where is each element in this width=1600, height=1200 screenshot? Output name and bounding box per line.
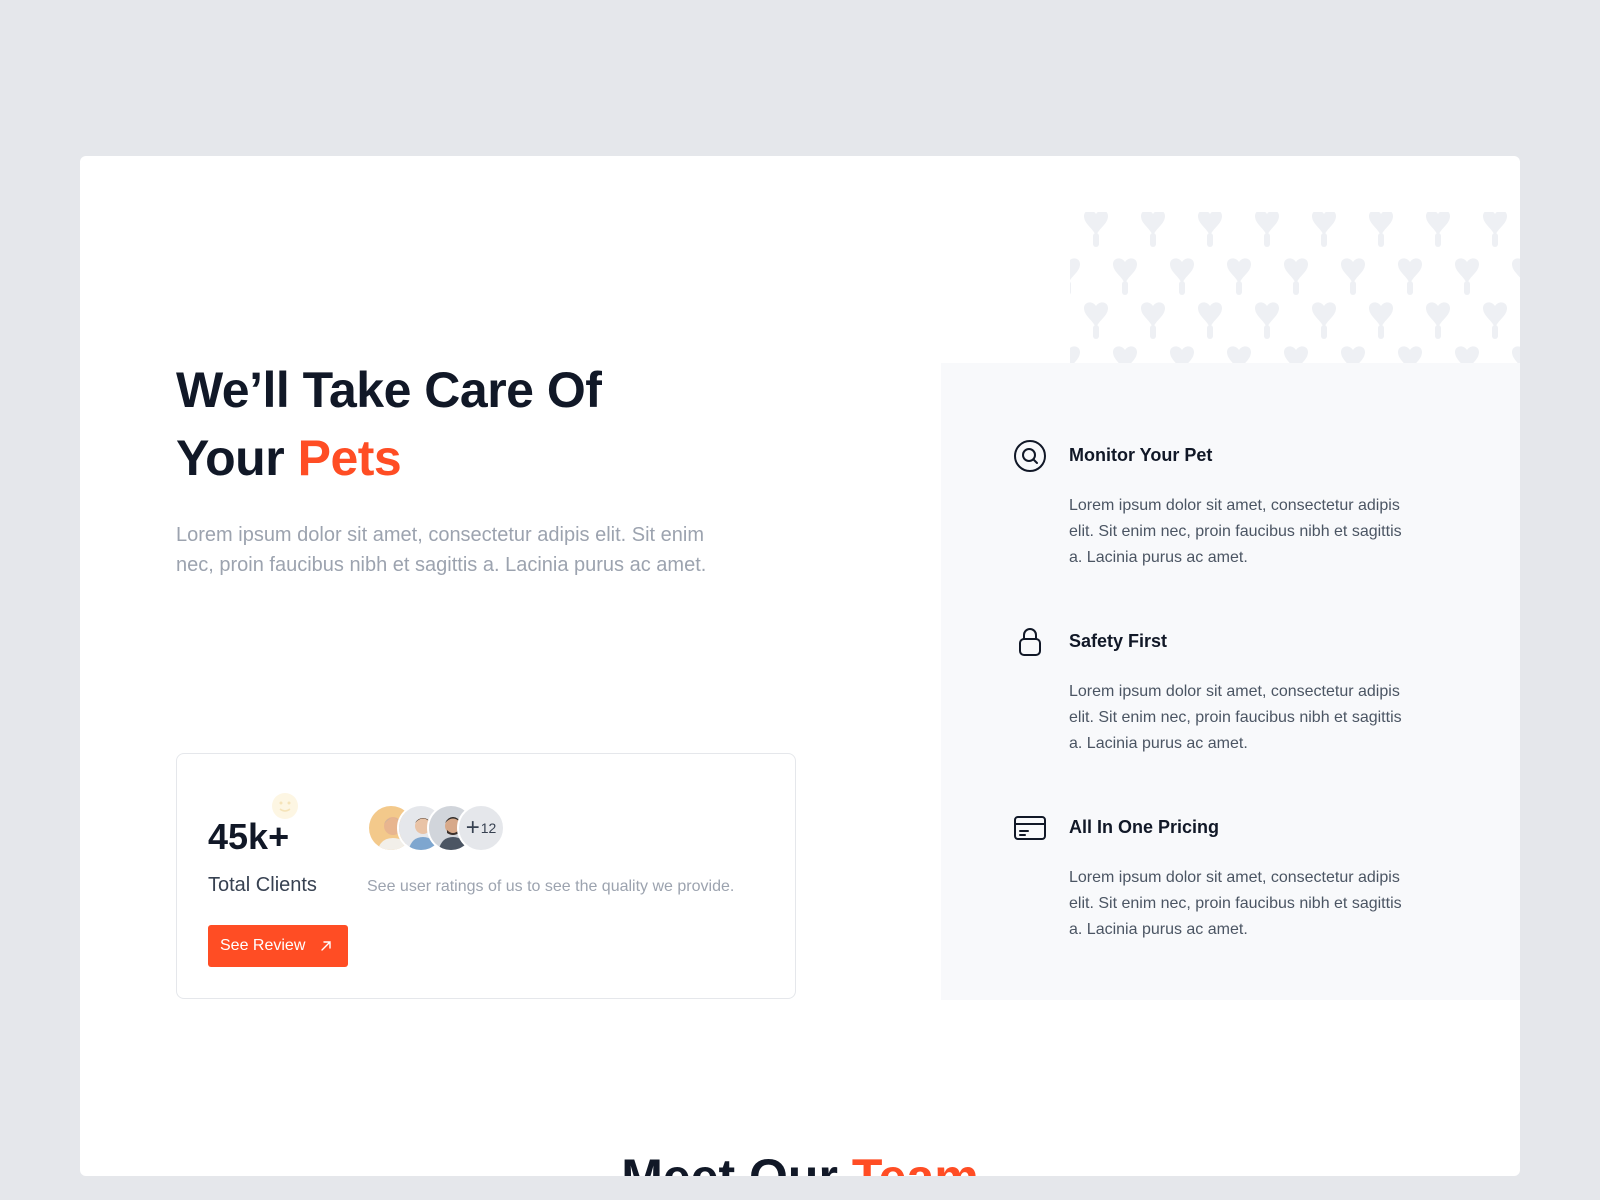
total-clients-value: 45k+ (208, 816, 290, 857)
feature-title: All In One Pricing (1069, 817, 1220, 837)
feature-description: Lorem ipsum dolor sit amet, consectetur … (1069, 497, 1402, 566)
search-icon (1014, 440, 1046, 472)
main-card: We’ll Take Care Of Your Pets Lorem ipsum… (80, 156, 1520, 1176)
plus-icon: + (465, 814, 480, 841)
hero-title-line1: We’ll Take Care Of (176, 362, 602, 418)
arrow-up-right-icon (321, 941, 332, 951)
clients-stats-card: 45k+ Total Clients See Review + 12 See u… (176, 753, 796, 999)
feature-description: Lorem ipsum dolor sit amet, consectetur … (1069, 683, 1402, 752)
features-panel: Monitor Your Pet Lorem ipsum dolor sit a… (941, 363, 1520, 1000)
hero-title-prefix: Your (176, 430, 285, 486)
lock-icon (1019, 628, 1041, 656)
feature-title: Monitor Your Pet (1069, 445, 1213, 465)
paw-pattern-decoration (1070, 212, 1520, 364)
team-section-title: Meet Our Team (80, 1148, 1520, 1176)
team-title-prefix: Meet Our (621, 1149, 838, 1176)
hero-description: Lorem ipsum dolor sit amet, consectetur … (176, 524, 707, 576)
feature-description: Lorem ipsum dolor sit amet, consectetur … (1069, 869, 1402, 938)
see-review-button[interactable]: See Review (208, 925, 348, 967)
team-title-accent: Team (852, 1149, 979, 1176)
hero-title: We’ll Take Care Of Your Pets (176, 356, 602, 492)
more-avatars-badge: + 12 (457, 804, 505, 852)
see-review-label: See Review (220, 937, 306, 954)
total-clients-label: Total Clients (208, 874, 317, 896)
feature-title: Safety First (1069, 631, 1168, 651)
ratings-note: See user ratings of us to see the qualit… (367, 878, 735, 895)
credit-card-icon (1014, 816, 1046, 840)
hero-title-accent: Pets (297, 430, 402, 486)
more-avatars-count: 12 (480, 820, 497, 836)
